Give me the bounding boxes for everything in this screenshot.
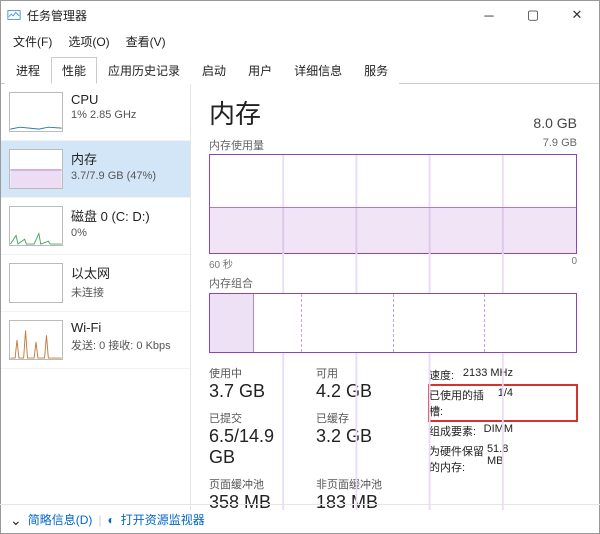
perf-sidebar: CPU 1% 2.85 GHz 内存 3.7/7.9 GB (47%) 磁盘 0 (… [1, 84, 191, 510]
sidebar-item-sub: 发送: 0 接收: 0 Kbps [71, 337, 171, 353]
stats-right: 速度: 2133 MHz 已使用的插槽:1/4 组成要素: DIMM 为硬件保留的内… [429, 365, 577, 510]
kv-key: 组成要素: [429, 423, 476, 439]
sidebar-item-label: CPU [71, 92, 136, 107]
sidebar-item-ethernet[interactable]: 以太网未连接 [1, 255, 190, 312]
window-title: 任务管理器 [27, 7, 467, 24]
memory-usage-chart [209, 154, 577, 254]
stat-label: 页面缓冲池 [209, 476, 302, 492]
sidebar-item-wifi[interactable]: Wi-Fi 发送: 0 接收: 0 Kbps [1, 312, 190, 369]
tab-app-history[interactable]: 应用历史记录 [97, 57, 191, 84]
stat-label: 已缓存 [316, 410, 409, 426]
kv-form: DIMM [484, 423, 513, 439]
sidebar-item-label: 内存 [71, 149, 156, 168]
stat-committed: 6.5/14.9 GB [209, 426, 302, 468]
menu-view[interactable]: 查看(V) [120, 31, 172, 52]
tab-processes[interactable]: 进程 [5, 57, 51, 84]
tab-services[interactable]: 服务 [353, 57, 399, 84]
kv-speed: 2133 MHz [463, 367, 513, 383]
usage-max: 7.9 GB [543, 137, 577, 153]
stat-label: 已提交 [209, 410, 302, 426]
slots-row-highlighted: 已使用的插槽:1/4 [429, 385, 577, 421]
stat-label: 非页面缓冲池 [316, 476, 409, 492]
composition-label: 内存组合 [209, 275, 253, 291]
stats-block: 使用中3.7 GB 可用4.2 GB 已提交6.5/14.9 GB 已缓存3.2… [209, 365, 577, 510]
sidebar-item-memory[interactable]: 内存 3.7/7.9 GB (47%) [1, 141, 190, 198]
maximize-button[interactable]: ▢ [511, 1, 555, 29]
content-area: CPU 1% 2.85 GHz 内存 3.7/7.9 GB (47%) 磁盘 0 (… [1, 84, 599, 510]
close-button[interactable]: ✕ [555, 1, 599, 29]
open-resmon-link[interactable]: 打开资源监视器 [121, 511, 205, 528]
sidebar-item-sub: 0% [71, 227, 150, 239]
kv-key: 已使用的插槽: [429, 387, 498, 419]
main-panel: 内存 8.0 GB 内存使用量 7.9 GB 60 秒 0 内存组合 使用中3.… [191, 84, 599, 510]
ethernet-thumb [9, 263, 63, 303]
fewer-details-link[interactable]: 简略信息(D) [28, 511, 93, 528]
sidebar-item-disk[interactable]: 磁盘 0 (C: D:) 0% [1, 198, 190, 255]
kv-key: 为硬件保留的内存: [429, 443, 487, 475]
footer-bar: ⌄ 简略信息(D) | ◐ 打开资源监视器 [0, 504, 600, 534]
minimize-button[interactable]: ─ [467, 1, 511, 29]
sidebar-item-label: 以太网 [71, 263, 110, 282]
sidebar-item-sub: 未连接 [71, 284, 110, 300]
memory-usage-fill [210, 207, 576, 253]
kv-reserved: 51.8 MB [487, 443, 513, 475]
disk-thumb [9, 206, 63, 246]
menu-file[interactable]: 文件(F) [7, 31, 58, 52]
stat-label: 使用中 [209, 365, 302, 381]
stat-in-use: 3.7 GB [209, 381, 302, 402]
tab-bar: 进程 性能 应用历史记录 启动 用户 详细信息 服务 [1, 56, 599, 84]
tab-performance[interactable]: 性能 [51, 57, 97, 84]
memory-total: 8.0 GB [533, 115, 577, 131]
title-bar: 任务管理器 ─ ▢ ✕ [1, 1, 599, 29]
tab-users[interactable]: 用户 [237, 57, 283, 84]
sidebar-item-label: 磁盘 0 (C: D:) [71, 206, 150, 225]
memory-composition-chart [209, 293, 577, 353]
wifi-thumb [9, 320, 63, 360]
kv-key: 速度: [429, 367, 454, 383]
chevron-down-icon[interactable]: ⌄ [10, 513, 22, 527]
tab-details[interactable]: 详细信息 [283, 57, 353, 84]
kv-slots: 1/4 [498, 387, 513, 419]
page-title: 内存 [209, 94, 261, 131]
sidebar-item-sub: 3.7/7.9 GB (47%) [71, 170, 156, 182]
stat-available: 4.2 GB [316, 381, 409, 402]
x-axis-right: 0 [571, 256, 577, 271]
stat-label: 可用 [316, 365, 409, 381]
sidebar-item-cpu[interactable]: CPU 1% 2.85 GHz [1, 84, 190, 141]
memory-thumb [9, 149, 63, 189]
app-icon [7, 8, 21, 22]
stat-cached: 3.2 GB [316, 426, 409, 447]
menu-bar: 文件(F) 选项(O) 查看(V) [1, 29, 599, 54]
sidebar-item-sub: 1% 2.85 GHz [71, 109, 136, 121]
menu-options[interactable]: 选项(O) [62, 31, 115, 52]
sidebar-item-label: Wi-Fi [71, 320, 171, 335]
tab-startup[interactable]: 启动 [191, 57, 237, 84]
cpu-thumb [9, 92, 63, 132]
resmon-icon: ◐ [108, 513, 115, 527]
x-axis-left: 60 秒 [209, 256, 233, 271]
usage-label: 内存使用量 [209, 137, 264, 153]
